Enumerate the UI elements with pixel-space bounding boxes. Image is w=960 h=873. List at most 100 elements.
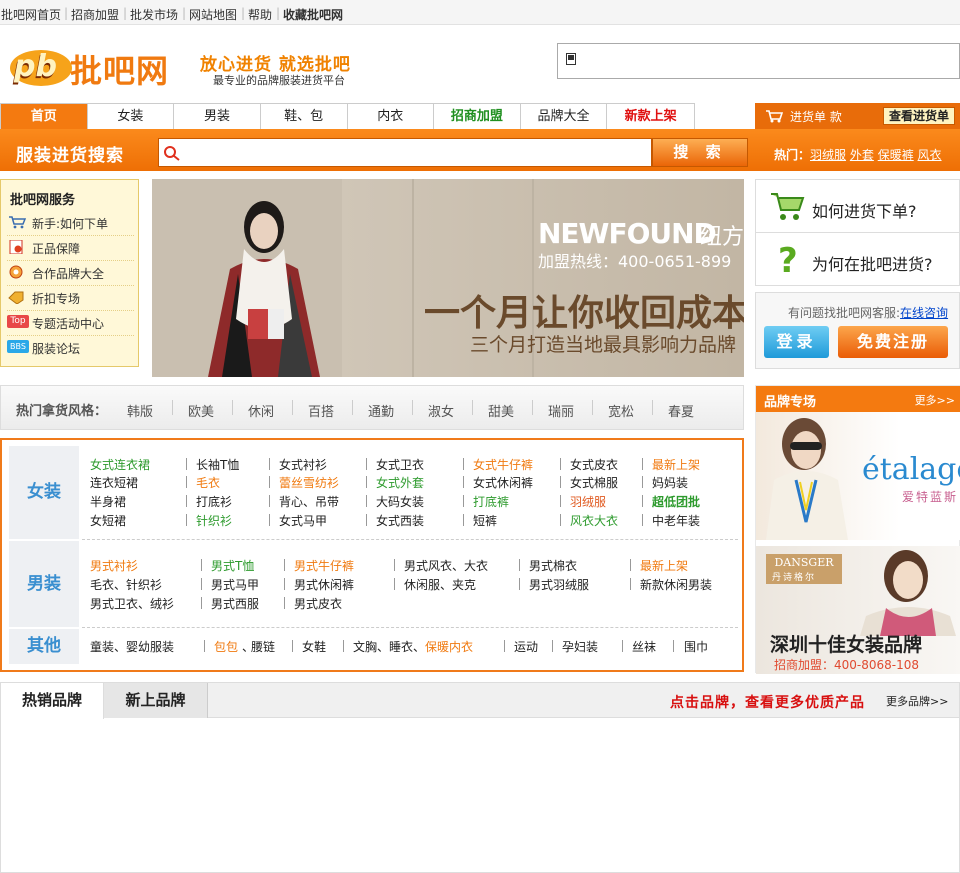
other-link[interactable]: 包包	[214, 638, 238, 655]
other-link[interactable]: 围巾	[684, 638, 708, 655]
men-link[interactable]: 男式棉衣	[529, 557, 577, 574]
men-link[interactable]: 男式风衣、大衣	[404, 557, 488, 574]
more-brands-link[interactable]: 更多品牌>>	[886, 693, 948, 709]
men-link[interactable]: 新款休闲男装	[640, 576, 712, 593]
nav-item-brands[interactable]: 品牌大全	[521, 104, 608, 129]
women-link[interactable]: 女式休闲裤	[473, 474, 533, 491]
women-link[interactable]: 最新上架	[652, 456, 700, 473]
tab-hot-brands[interactable]: 热销品牌	[1, 683, 104, 719]
women-link[interactable]: 女式马甲	[279, 512, 327, 529]
how-to-order-link[interactable]: 如何进货下单?	[756, 180, 959, 233]
header-widget-box[interactable]	[557, 43, 960, 79]
hot-keyword[interactable]: 风衣	[918, 148, 942, 162]
top-link-market[interactable]: 批发市场	[130, 6, 178, 23]
service-item-genuine[interactable]: 正品保障	[7, 237, 134, 261]
women-link[interactable]: 女式牛仔裤	[473, 456, 533, 473]
category-women[interactable]: 女装	[9, 446, 79, 539]
men-link[interactable]: 男式皮衣	[294, 595, 342, 612]
category-men[interactable]: 男装	[9, 541, 79, 627]
style-item[interactable]: 甜美	[488, 401, 514, 420]
women-link[interactable]: 女式外套	[376, 474, 424, 491]
women-link[interactable]: 打底裤	[473, 493, 509, 510]
service-item-how-to-order[interactable]: 新手:如何下单	[7, 212, 134, 236]
women-link[interactable]: 短裤	[473, 512, 497, 529]
brand-ad-etalage[interactable]: étalage 爱特蓝斯	[756, 412, 960, 540]
hot-keyword[interactable]: 羽绒服	[810, 148, 846, 162]
other-link[interactable]: 运动	[514, 638, 538, 655]
nav-item-join[interactable]: 招商加盟	[434, 104, 521, 129]
other-link[interactable]: 孕妇装	[562, 638, 598, 655]
men-link[interactable]: 男式衬衫	[90, 557, 138, 574]
men-link[interactable]: 休闲服、夹克	[404, 576, 476, 593]
women-link[interactable]: 长袖T恤	[196, 456, 239, 473]
women-link[interactable]: 超低团批	[652, 493, 700, 510]
top-link-help[interactable]: 帮助	[248, 6, 272, 23]
top-link-home[interactable]: 批吧网首页	[1, 6, 61, 23]
service-item-forum[interactable]: BBS 服装论坛	[7, 337, 134, 361]
women-link[interactable]: 女式棉服	[570, 474, 618, 491]
online-chat-link[interactable]: 在线咨询	[900, 306, 948, 320]
women-link[interactable]: 蕾丝雪纺衫	[279, 474, 339, 491]
women-link[interactable]: 毛衣	[196, 474, 220, 491]
women-link[interactable]: 针织衫	[196, 512, 232, 529]
register-button[interactable]: 免费注册	[838, 326, 948, 358]
men-link[interactable]: 男式T恤	[211, 557, 254, 574]
top-link-sitemap[interactable]: 网站地图	[189, 6, 237, 23]
nav-item-home[interactable]: 首页	[1, 104, 88, 129]
service-item-discount[interactable]: 折扣专场	[7, 287, 134, 311]
men-link[interactable]: 男式牛仔裤	[294, 557, 354, 574]
view-cart-button[interactable]: 查看进货单	[883, 107, 955, 125]
women-link[interactable]: 连衣短裙	[90, 474, 138, 491]
other-link[interactable]: 丝袜	[632, 638, 656, 655]
women-link[interactable]: 女式卫衣	[376, 456, 424, 473]
style-item[interactable]: 欧美	[188, 401, 214, 420]
women-link[interactable]: 女式连衣裙	[90, 456, 150, 473]
other-link[interactable]: 女鞋	[302, 638, 326, 655]
nav-item-men[interactable]: 男装	[174, 104, 261, 129]
other-link[interactable]: 童装、婴幼服装	[90, 638, 174, 655]
women-link[interactable]: 风衣大衣	[570, 512, 618, 529]
women-link[interactable]: 大码女装	[376, 493, 424, 510]
other-link[interactable]: 保暖内衣	[425, 638, 473, 655]
service-item-brands[interactable]: 合作品牌大全	[7, 262, 134, 286]
women-link[interactable]: 女式皮衣	[570, 456, 618, 473]
women-link[interactable]: 打底衫	[196, 493, 232, 510]
top-link-bookmark[interactable]: 收藏批吧网	[283, 6, 343, 23]
promo-banner[interactable]: NEWFOUND 纽方 加盟热线：400-0651-899 一个月让你收回成本 …	[152, 179, 744, 377]
style-item[interactable]: 瑞丽	[548, 401, 574, 420]
style-item[interactable]: 韩版	[127, 401, 153, 420]
style-item[interactable]: 春夏	[668, 401, 694, 420]
hot-keyword[interactable]: 外套	[850, 148, 874, 162]
top-link-join[interactable]: 招商加盟	[71, 6, 119, 23]
women-link[interactable]: 女式衬衫	[279, 456, 327, 473]
nav-item-underwear[interactable]: 内衣	[348, 104, 435, 129]
search-button[interactable]: 搜 索	[652, 138, 748, 167]
style-item[interactable]: 百搭	[308, 401, 334, 420]
tab-new-brands[interactable]: 新上品牌	[104, 683, 208, 718]
service-item-events[interactable]: Top 专题活动中心	[7, 312, 134, 336]
why-pibao-link[interactable]: ? 为何在批吧进货?	[756, 233, 959, 286]
men-link[interactable]: 男式卫衣、绒衫	[90, 595, 174, 612]
women-link[interactable]: 妈妈装	[652, 474, 688, 491]
brand-zone-more-link[interactable]: 更多>>	[915, 392, 955, 408]
women-link[interactable]: 女短裙	[90, 512, 126, 529]
women-link[interactable]: 女式西装	[376, 512, 424, 529]
women-link[interactable]: 半身裙	[90, 493, 126, 510]
men-link[interactable]: 最新上架	[640, 557, 688, 574]
style-item[interactable]: 宽松	[608, 401, 634, 420]
style-item[interactable]: 淑女	[428, 401, 454, 420]
brand-ad-dansger[interactable]: DANSGER 丹诗格尔 深圳十佳女装品牌 招商加盟：400-8068-108	[756, 546, 960, 674]
men-link[interactable]: 毛衣、针织衫	[90, 576, 162, 593]
men-link[interactable]: 男式羽绒服	[529, 576, 589, 593]
style-item[interactable]: 休闲	[248, 401, 274, 420]
men-link[interactable]: 男式西服	[211, 595, 259, 612]
other-link[interactable]: 腰链	[251, 638, 275, 655]
women-link[interactable]: 中老年装	[652, 512, 700, 529]
style-item[interactable]: 通勤	[368, 401, 394, 420]
search-input[interactable]	[158, 138, 652, 167]
men-link[interactable]: 男式马甲	[211, 576, 259, 593]
women-link[interactable]: 背心、吊带	[279, 493, 339, 510]
men-link[interactable]: 男式休闲裤	[294, 576, 354, 593]
nav-item-new[interactable]: 新款上架	[607, 104, 694, 129]
women-link[interactable]: 羽绒服	[570, 493, 606, 510]
